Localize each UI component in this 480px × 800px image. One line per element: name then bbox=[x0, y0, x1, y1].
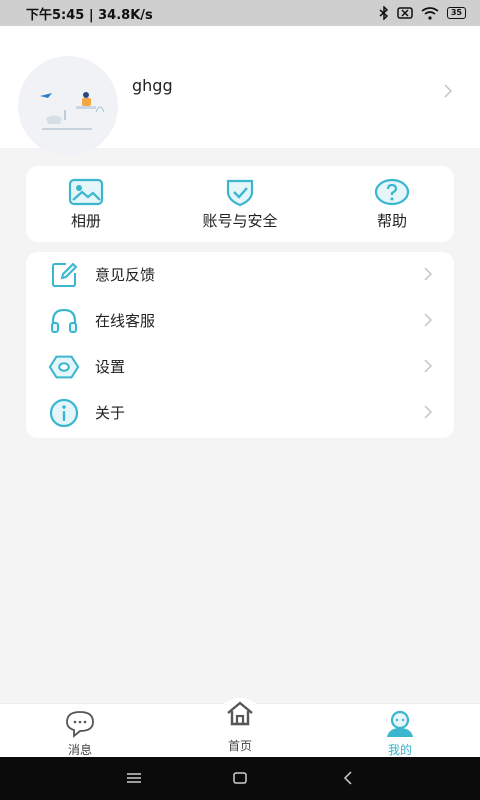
menu-item-label: 设置 bbox=[95, 358, 126, 376]
quick-action-album[interactable]: 相册 bbox=[26, 178, 146, 231]
chevron-right-icon bbox=[424, 405, 432, 419]
status-time-speed: 下午5:45 | 34.8K/s bbox=[26, 7, 153, 23]
username: ghgg bbox=[132, 76, 173, 95]
menu-item-feedback[interactable]: 意见反馈 bbox=[26, 252, 454, 298]
menu-nav-icon[interactable] bbox=[122, 767, 146, 789]
avatar[interactable] bbox=[18, 56, 118, 156]
wifi-icon bbox=[421, 6, 439, 20]
feedback-edit-icon bbox=[48, 259, 80, 291]
menu-item-about[interactable]: 关于 bbox=[26, 390, 454, 436]
system-nav-bar bbox=[0, 757, 480, 800]
quick-actions-card: 相册 账号与安全 帮助 bbox=[26, 166, 454, 242]
tab-mine[interactable]: 我的 bbox=[350, 704, 450, 758]
avatar-illustration bbox=[40, 92, 105, 130]
headset-icon bbox=[48, 305, 80, 337]
tab-home[interactable]: 首页 bbox=[190, 701, 290, 758]
user-icon bbox=[387, 710, 413, 737]
menu-item-label: 关于 bbox=[95, 404, 126, 422]
chevron-right-icon bbox=[424, 267, 432, 281]
help-icon bbox=[374, 178, 410, 206]
tab-label: 首页 bbox=[227, 739, 252, 753]
message-bubble-icon bbox=[66, 711, 94, 738]
chevron-right-icon bbox=[424, 313, 432, 327]
status-bar: 下午5:45 | 34.8K/s 35 bbox=[0, 0, 480, 26]
menu-item-settings[interactable]: 设置 bbox=[26, 344, 454, 390]
quick-action-account-security[interactable]: 账号与安全 bbox=[180, 178, 300, 231]
album-icon bbox=[68, 178, 104, 206]
quick-action-label: 帮助 bbox=[376, 212, 407, 230]
bluetooth-icon bbox=[379, 6, 388, 20]
info-icon bbox=[48, 397, 80, 429]
menu-item-label: 在线客服 bbox=[95, 312, 156, 330]
settings-hexagon-icon bbox=[48, 351, 80, 383]
menu-item-online-service[interactable]: 在线客服 bbox=[26, 298, 454, 344]
bottom-tab-bar: 消息 首页 我的 bbox=[0, 698, 480, 758]
chevron-right-icon bbox=[444, 84, 452, 98]
profile-header[interactable]: ghgg bbox=[0, 26, 480, 156]
quick-action-label: 账号与安全 bbox=[202, 212, 278, 230]
tab-messages[interactable]: 消息 bbox=[30, 704, 130, 758]
menu-item-label: 意见反馈 bbox=[95, 266, 156, 284]
home-icon bbox=[227, 701, 253, 726]
shield-check-icon bbox=[226, 179, 254, 206]
tab-label: 消息 bbox=[67, 743, 92, 757]
quick-action-help[interactable]: 帮助 bbox=[332, 178, 452, 231]
back-nav-icon[interactable] bbox=[336, 767, 360, 789]
quick-action-label: 相册 bbox=[70, 212, 101, 230]
status-icons: 35 bbox=[379, 6, 466, 20]
chevron-right-icon bbox=[424, 359, 432, 373]
tab-label: 我的 bbox=[387, 743, 412, 757]
battery-icon: 35 bbox=[446, 7, 466, 19]
menu-list: 意见反馈 在线客服 设置 关于 bbox=[26, 252, 454, 438]
sim-off-icon bbox=[397, 7, 413, 19]
home-nav-icon[interactable] bbox=[228, 767, 252, 789]
